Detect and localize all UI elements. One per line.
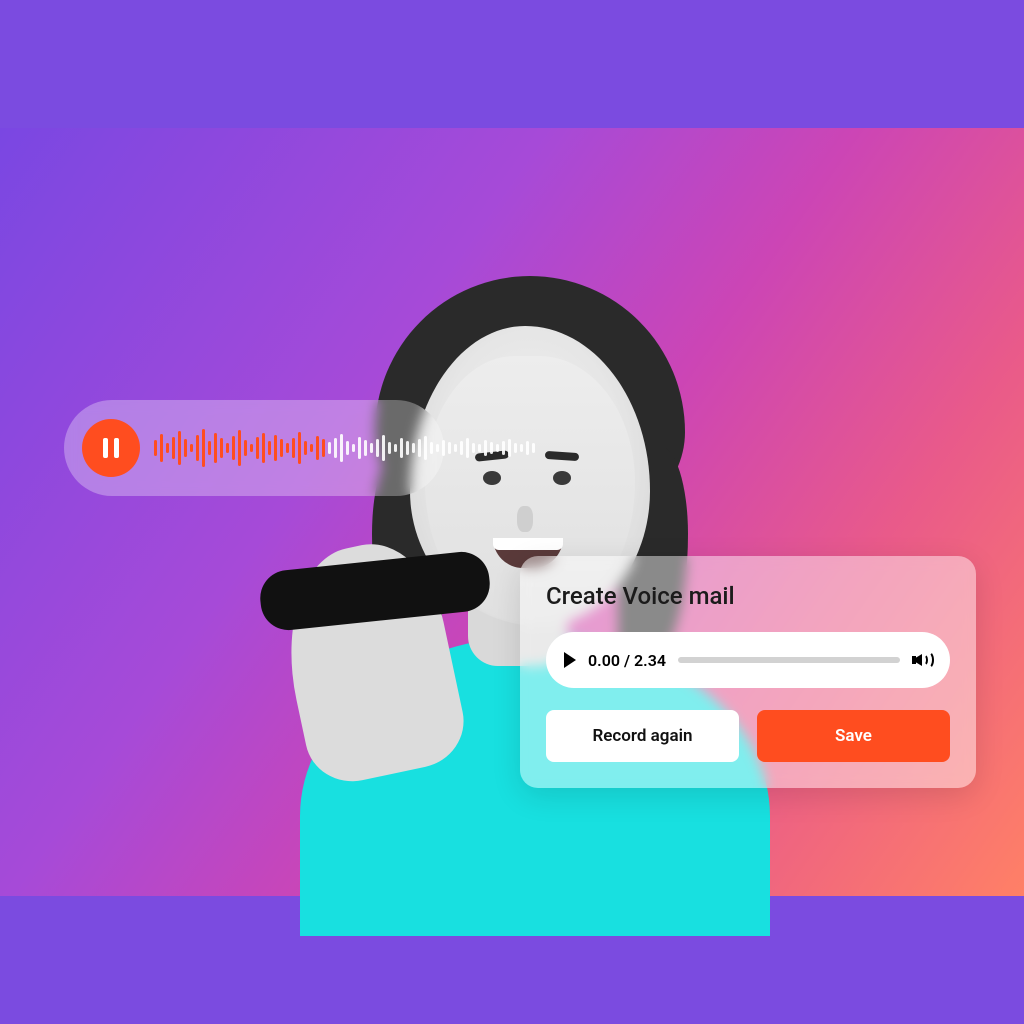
card-title: Create Voice mail bbox=[546, 582, 950, 610]
audio-player: 0.00 / 2.34 bbox=[546, 632, 950, 688]
card-button-row: Record again Save bbox=[546, 710, 950, 762]
voice-message-pill bbox=[64, 400, 444, 496]
phone bbox=[257, 549, 492, 633]
pause-button[interactable] bbox=[82, 419, 140, 477]
pause-icon bbox=[103, 438, 119, 458]
hero-stage: Create Voice mail 0.00 / 2.34 Record aga… bbox=[0, 128, 1024, 896]
duration: 2.34 bbox=[634, 651, 666, 670]
player-time: 0.00 / 2.34 bbox=[588, 651, 666, 670]
current-time: 0.00 bbox=[588, 651, 620, 670]
record-again-button[interactable]: Record again bbox=[546, 710, 739, 762]
play-icon[interactable] bbox=[564, 652, 576, 668]
seek-track[interactable] bbox=[678, 657, 900, 663]
waveform bbox=[154, 424, 535, 472]
create-voicemail-card: Create Voice mail 0.00 / 2.34 Record aga… bbox=[520, 556, 976, 788]
volume-icon[interactable] bbox=[912, 651, 932, 669]
save-button[interactable]: Save bbox=[757, 710, 950, 762]
